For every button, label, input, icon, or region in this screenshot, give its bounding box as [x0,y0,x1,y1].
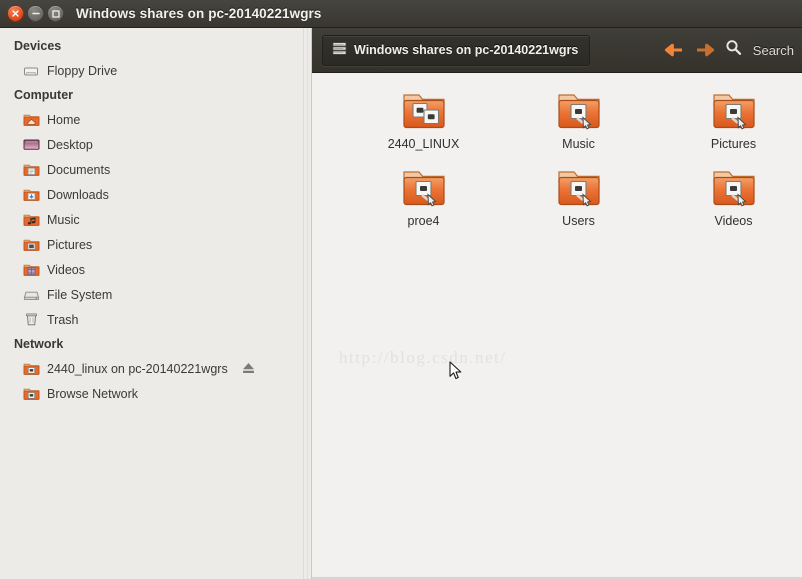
close-button[interactable] [7,5,24,22]
sidebar-item-label: File System [47,287,113,302]
file-item[interactable]: Pictures [656,87,802,164]
sidebar-splitter[interactable] [303,28,312,579]
file-item-label: proe4 [407,214,440,228]
window-body: Devices Floppy Drive Computer Home Deskt… [0,28,802,579]
search-icon [726,40,741,55]
eject-button[interactable] [241,360,256,379]
videos-folder-icon [22,261,40,278]
file-item[interactable]: proe4 [346,164,501,241]
sidebar-item-2440-linux-share[interactable]: 2440_linux on pc-20140221wgrs [0,356,303,381]
icon-grid: 2440_LINUX Music Pictures proe4 Users Vi… [346,87,802,241]
toolbar: Windows shares on pc-20140221wgrs Search [312,28,802,73]
sidebar-heading-computer: Computer [14,88,74,102]
file-view[interactable]: 2440_LINUX Music Pictures proe4 Users Vi… [312,73,802,579]
server-icon [332,41,347,59]
title-bar: Windows shares on pc-20140221wgrs [0,0,802,28]
sidebar-item-label: Music [47,212,80,227]
sidebar-item-videos[interactable]: Videos [0,257,303,282]
sidebar-item-music[interactable]: Music [0,207,303,232]
sidebar-item-label: Browse Network [47,386,138,401]
cursor-icon [449,361,462,380]
sidebar-item-label: Home [47,112,81,127]
home-folder-icon [22,111,40,128]
mouse-cursor [449,361,463,386]
sidebar-item-label: Videos [47,262,85,277]
file-item-label: Music [562,137,595,151]
sidebar-item-label: Documents [47,162,111,177]
network-share-icon [22,360,40,377]
breadcrumb[interactable]: Windows shares on pc-20140221wgrs [322,34,591,66]
sidebar-item-file-system[interactable]: File System [0,282,303,307]
sidebar-item-label: Trash [47,312,79,327]
arrow-left-icon [664,43,682,57]
sidebar-item-browse-network[interactable]: Browse Network [0,381,303,406]
file-item[interactable]: Users [501,164,656,241]
network-share-folder-icon [553,87,605,135]
sidebar-item-label: 2440_linux on pc-20140221wgrs [47,361,228,376]
harddisk-icon [22,286,40,303]
minimize-button[interactable] [27,5,44,22]
file-item-label: Videos [714,214,753,228]
search-button[interactable] [725,39,742,61]
sidebar-item-trash[interactable]: Trash [0,307,303,332]
downloads-folder-icon [22,186,40,203]
sidebar-item-downloads[interactable]: Downloads [0,182,303,207]
main-pane: Windows shares on pc-20140221wgrs Search… [312,28,802,579]
pictures-folder-icon [22,236,40,253]
close-icon [12,10,19,17]
file-item-label: Pictures [710,137,757,151]
network-share-folder-icon [398,87,450,135]
network-share-folder-icon [708,164,760,212]
network-share-folder-icon [553,164,605,212]
sidebar-item-documents[interactable]: Documents [0,157,303,182]
file-item-label: Users [562,214,595,228]
desktop-icon [22,136,40,153]
file-item[interactable]: 2440_LINUX [346,87,501,164]
window-title: Windows shares on pc-20140221wgrs [76,6,322,21]
file-item[interactable]: Videos [656,164,802,241]
floppy-drive-icon [22,62,40,79]
network-share-folder-icon [398,164,450,212]
navigation-controls: Search [663,39,796,61]
breadcrumb-label: Windows shares on pc-20140221wgrs [354,43,579,57]
forward-button[interactable] [694,39,716,61]
trash-icon [22,311,40,328]
file-item-label: 2440_LINUX [387,137,460,151]
eject-icon [243,363,254,373]
places-sidebar[interactable]: Devices Floppy Drive Computer Home Deskt… [0,28,303,579]
search-label: Search [752,42,794,58]
sidebar-item-label: Downloads [47,187,109,202]
documents-folder-icon [22,161,40,178]
file-manager-window: Windows shares on pc-20140221wgrs Device… [0,0,802,579]
sidebar-item-label: Desktop [47,137,93,152]
sidebar-item-floppy-drive[interactable]: Floppy Drive [0,58,303,83]
sidebar-heading-network: Network [14,337,64,351]
file-item[interactable]: Music [501,87,656,164]
sidebar-item-pictures[interactable]: Pictures [0,232,303,257]
sidebar-item-desktop[interactable]: Desktop [0,132,303,157]
arrow-right-icon [696,43,714,57]
music-folder-icon [22,211,40,228]
watermark-text: http://blog.csdn.net/ [339,348,507,367]
back-button[interactable] [663,39,685,61]
sidebar-item-label: Floppy Drive [47,63,118,78]
network-share-icon [22,385,40,402]
sidebar-heading-devices: Devices [14,39,62,53]
sidebar-item-home[interactable]: Home [0,107,303,132]
window-controls [7,5,64,22]
sidebar-item-label: Pictures [47,237,93,252]
maximize-button[interactable] [47,5,64,22]
minimize-icon [31,12,40,15]
network-share-folder-icon [708,87,760,135]
maximize-icon [51,9,60,18]
